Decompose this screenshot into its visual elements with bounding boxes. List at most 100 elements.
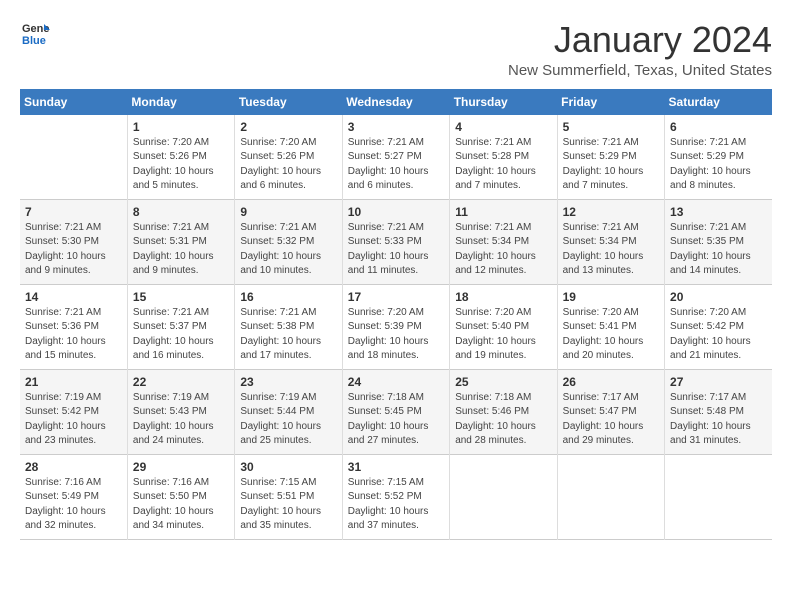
calendar-cell: 11 Sunrise: 7:21 AMSunset: 5:34 PMDayligh… — [450, 199, 557, 284]
calendar-cell: 24 Sunrise: 7:18 AMSunset: 5:45 PMDayligh… — [342, 369, 449, 454]
calendar-cell: 13 Sunrise: 7:21 AMSunset: 5:35 PMDayligh… — [665, 199, 772, 284]
day-number: 2 — [240, 120, 336, 134]
day-info: Sunrise: 7:15 AMSunset: 5:51 PMDaylight:… — [240, 476, 336, 534]
day-info: Sunrise: 7:18 AMSunset: 5:45 PMDaylight:… — [348, 391, 444, 449]
day-info: Sunrise: 7:21 AMSunset: 5:34 PMDaylight:… — [455, 221, 551, 279]
day-info: Sunrise: 7:16 AMSunset: 5:50 PMDaylight:… — [133, 476, 229, 534]
page-header: General Blue January 2024 New Summerfiel… — [20, 20, 772, 79]
calendar-cell: 6 Sunrise: 7:21 AMSunset: 5:29 PMDaylight… — [665, 115, 772, 200]
calendar-cell: 9 Sunrise: 7:21 AMSunset: 5:32 PMDaylight… — [235, 199, 342, 284]
day-number: 21 — [25, 375, 122, 389]
calendar-cell: 28Sunrise: 7:16 AMSunset: 5:49 PMDayligh… — [20, 454, 127, 539]
calendar-cell: 7 Sunrise: 7:21 AMSunset: 5:30 PMDaylight… — [20, 199, 127, 284]
day-number: 6 — [670, 120, 767, 134]
calendar-cell: 14Sunrise: 7:21 AMSunset: 5:36 PMDayligh… — [20, 284, 127, 369]
day-info: Sunrise: 7:21 AMSunset: 5:28 PMDaylight:… — [455, 136, 551, 194]
day-number: 11 — [455, 205, 551, 219]
day-number: 15 — [133, 290, 229, 304]
header-sunday: Sunday — [20, 89, 127, 115]
day-number: 25 — [455, 375, 551, 389]
calendar-cell: 29 Sunrise: 7:16 AMSunset: 5:50 PMDayligh… — [127, 454, 234, 539]
day-number: 1 — [133, 120, 229, 134]
day-number: 19 — [563, 290, 659, 304]
day-info: Sunrise: 7:21 AMSunset: 5:30 PMDaylight:… — [25, 221, 122, 279]
day-number: 24 — [348, 375, 444, 389]
day-info: Sunrise: 7:20 AMSunset: 5:41 PMDaylight:… — [563, 306, 659, 364]
calendar-week-row: 21Sunrise: 7:19 AMSunset: 5:42 PMDayligh… — [20, 369, 772, 454]
day-number: 20 — [670, 290, 767, 304]
calendar-cell: 5Sunrise: 7:21 AMSunset: 5:29 PMDaylight… — [557, 115, 664, 200]
day-info: Sunrise: 7:20 AMSunset: 5:39 PMDaylight:… — [348, 306, 444, 364]
day-info: Sunrise: 7:20 AMSunset: 5:26 PMDaylight:… — [133, 136, 229, 194]
calendar-cell: 19 Sunrise: 7:20 AMSunset: 5:41 PMDayligh… — [557, 284, 664, 369]
calendar-cell — [20, 115, 127, 200]
day-number: 16 — [240, 290, 336, 304]
day-number: 7 — [25, 205, 122, 219]
calendar-week-row: 14Sunrise: 7:21 AMSunset: 5:36 PMDayligh… — [20, 284, 772, 369]
day-info: Sunrise: 7:21 AMSunset: 5:32 PMDaylight:… — [240, 221, 336, 279]
day-number: 28 — [25, 460, 122, 474]
day-info: Sunrise: 7:21 AMSunset: 5:34 PMDaylight:… — [563, 221, 659, 279]
day-number: 9 — [240, 205, 336, 219]
calendar-title: January 2024 — [508, 20, 772, 60]
day-number: 22 — [133, 375, 229, 389]
day-number: 23 — [240, 375, 336, 389]
day-info: Sunrise: 7:20 AMSunset: 5:26 PMDaylight:… — [240, 136, 336, 194]
calendar-cell: 30 Sunrise: 7:15 AMSunset: 5:51 PMDayligh… — [235, 454, 342, 539]
calendar-cell: 26 Sunrise: 7:17 AMSunset: 5:47 PMDayligh… — [557, 369, 664, 454]
calendar-cell: 1 Sunrise: 7:20 AMSunset: 5:26 PMDaylight… — [127, 115, 234, 200]
calendar-week-row: 7 Sunrise: 7:21 AMSunset: 5:30 PMDaylight… — [20, 199, 772, 284]
calendar-cell: 18Sunrise: 7:20 AMSunset: 5:40 PMDayligh… — [450, 284, 557, 369]
day-number: 13 — [670, 205, 767, 219]
day-number: 18 — [455, 290, 551, 304]
day-info: Sunrise: 7:21 AMSunset: 5:36 PMDaylight:… — [25, 306, 122, 364]
day-number: 8 — [133, 205, 229, 219]
calendar-cell — [665, 454, 772, 539]
calendar-cell — [557, 454, 664, 539]
day-number: 30 — [240, 460, 336, 474]
day-number: 10 — [348, 205, 444, 219]
header-monday: Monday — [127, 89, 234, 115]
calendar-cell: 4 Sunrise: 7:21 AMSunset: 5:28 PMDaylight… — [450, 115, 557, 200]
calendar-cell: 10 Sunrise: 7:21 AMSunset: 5:33 PMDayligh… — [342, 199, 449, 284]
calendar-cell — [450, 454, 557, 539]
day-number: 17 — [348, 290, 444, 304]
day-number: 3 — [348, 120, 444, 134]
calendar-week-row: 28Sunrise: 7:16 AMSunset: 5:49 PMDayligh… — [20, 454, 772, 539]
header-wednesday: Wednesday — [342, 89, 449, 115]
calendar-cell: 22Sunrise: 7:19 AMSunset: 5:43 PMDayligh… — [127, 369, 234, 454]
logo-icon: General Blue — [22, 20, 50, 48]
calendar-cell: 25 Sunrise: 7:18 AMSunset: 5:46 PMDayligh… — [450, 369, 557, 454]
calendar-cell: 12 Sunrise: 7:21 AMSunset: 5:34 PMDayligh… — [557, 199, 664, 284]
calendar-cell: 20 Sunrise: 7:20 AMSunset: 5:42 PMDayligh… — [665, 284, 772, 369]
calendar-cell: 27 Sunrise: 7:17 AMSunset: 5:48 PMDayligh… — [665, 369, 772, 454]
day-info: Sunrise: 7:21 AMSunset: 5:35 PMDaylight:… — [670, 221, 767, 279]
calendar-cell: 17 Sunrise: 7:20 AMSunset: 5:39 PMDayligh… — [342, 284, 449, 369]
day-info: Sunrise: 7:19 AMSunset: 5:44 PMDaylight:… — [240, 391, 336, 449]
day-info: Sunrise: 7:17 AMSunset: 5:48 PMDaylight:… — [670, 391, 767, 449]
day-number: 12 — [563, 205, 659, 219]
day-number: 5 — [563, 120, 659, 134]
header-friday: Friday — [557, 89, 664, 115]
day-info: Sunrise: 7:15 AMSunset: 5:52 PMDaylight:… — [348, 476, 444, 534]
calendar-subtitle: New Summerfield, Texas, United States — [508, 62, 772, 79]
calendar-cell: 2 Sunrise: 7:20 AMSunset: 5:26 PMDaylight… — [235, 115, 342, 200]
calendar-cell: 3Sunrise: 7:21 AMSunset: 5:27 PMDaylight… — [342, 115, 449, 200]
day-info: Sunrise: 7:21 AMSunset: 5:33 PMDaylight:… — [348, 221, 444, 279]
day-number: 4 — [455, 120, 551, 134]
day-number: 31 — [348, 460, 444, 474]
calendar-cell: 31 Sunrise: 7:15 AMSunset: 5:52 PMDayligh… — [342, 454, 449, 539]
title-area: January 2024 New Summerfield, Texas, Uni… — [508, 20, 772, 79]
day-number: 27 — [670, 375, 767, 389]
day-number: 29 — [133, 460, 229, 474]
header-saturday: Saturday — [665, 89, 772, 115]
day-info: Sunrise: 7:21 AMSunset: 5:29 PMDaylight:… — [670, 136, 767, 194]
day-info: Sunrise: 7:21 AMSunset: 5:37 PMDaylight:… — [133, 306, 229, 364]
svg-text:Blue: Blue — [22, 35, 46, 47]
day-info: Sunrise: 7:21 AMSunset: 5:38 PMDaylight:… — [240, 306, 336, 364]
day-info: Sunrise: 7:18 AMSunset: 5:46 PMDaylight:… — [455, 391, 551, 449]
day-number: 26 — [563, 375, 659, 389]
day-info: Sunrise: 7:20 AMSunset: 5:42 PMDaylight:… — [670, 306, 767, 364]
day-info: Sunrise: 7:17 AMSunset: 5:47 PMDaylight:… — [563, 391, 659, 449]
days-header-row: Sunday Monday Tuesday Wednesday Thursday… — [20, 89, 772, 115]
